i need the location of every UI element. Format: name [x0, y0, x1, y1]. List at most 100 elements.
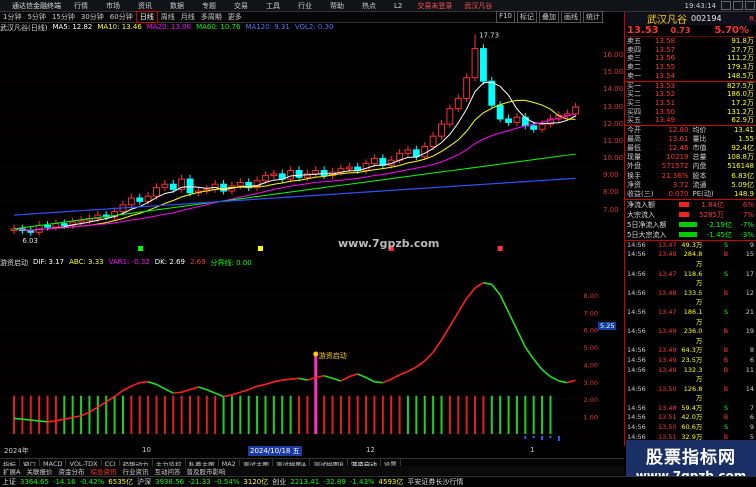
trend-line: [524, 346, 535, 360]
menu-item[interactable]: 市场: [97, 1, 129, 11]
info-tab[interactable]: 行业资讯: [119, 466, 151, 476]
menu-item[interactable]: 热点: [353, 1, 385, 11]
candle: [404, 149, 412, 154]
period-5min[interactable]: 5分钟: [24, 12, 48, 22]
vol-tick: [532, 436, 535, 438]
trend-line: [248, 385, 258, 391]
period-60min[interactable]: 60分钟: [107, 12, 136, 22]
info-tab[interactable]: 综合资讯: [87, 466, 119, 476]
maximize-button[interactable]: [733, 1, 743, 10]
info-tab[interactable]: 关联报价: [23, 466, 55, 476]
menu-item[interactable]: 交易: [225, 1, 257, 11]
period-30min[interactable]: 30分钟: [78, 12, 107, 22]
period-monthly[interactable]: 月线: [178, 12, 198, 22]
mark-button[interactable]: 标记: [517, 11, 537, 23]
period-1min[interactable]: 1分钟: [0, 12, 24, 22]
bid-cell: 13.49: [655, 116, 676, 125]
trend-line: [466, 287, 476, 299]
bid-row[interactable]: 买一 13.53 827.5万: [625, 82, 756, 91]
trend-line: [558, 380, 568, 384]
period-daily[interactable]: 日线: [135, 11, 158, 23]
bid-cell: 827.5万: [726, 81, 754, 90]
info-tab[interactable]: 扩展A: [0, 466, 23, 476]
tick-cell: 13.47: [657, 240, 677, 249]
flow-pct: 7%: [742, 210, 754, 219]
sh-index-name[interactable]: 上证: [0, 477, 18, 487]
flow-value: -2.19亿: [706, 220, 732, 229]
ask-row[interactable]: 卖三 13.56 111.2万: [625, 54, 756, 63]
cy-index-name[interactable]: 创业: [270, 477, 288, 487]
hs-index-name[interactable]: 沪深: [135, 477, 153, 487]
info-tab[interactable]: 互动问答: [151, 466, 183, 476]
bid-row[interactable]: 买五 13.49 62.9万: [625, 116, 756, 125]
tick-cell: 13.49: [657, 355, 677, 364]
trend-line: [114, 389, 124, 398]
tick-cell: 236.0万: [683, 327, 703, 345]
tick-cell: 59.4万: [681, 403, 703, 412]
ask-cell: 13.57: [655, 45, 676, 54]
trend-line: [231, 391, 241, 396]
stat-cell: 内盘: [692, 162, 707, 171]
candle: [454, 97, 462, 110]
candle: [52, 223, 60, 228]
price-change: 0.73: [670, 26, 691, 35]
date-cursor-label: 2024/10/18 五: [248, 446, 302, 456]
flow-row: 5日大宗流入 -1.45亿 -3%: [625, 230, 756, 240]
high-price-label: 17.73: [479, 32, 499, 39]
trend-line: [131, 381, 141, 387]
trend-line: [440, 325, 451, 341]
ask-cell: 179.3万: [726, 63, 754, 72]
minimize-button[interactable]: [721, 1, 731, 10]
tick-cell: 14:56: [627, 403, 646, 412]
tick-cell: 14:56: [627, 346, 646, 355]
menu-item[interactable]: 资讯: [129, 1, 161, 11]
info-tab[interactable]: 普及股市影响: [183, 466, 228, 476]
low-price-label: 6.03: [22, 237, 38, 245]
ask-cell: 111.2万: [726, 54, 754, 63]
period-multi[interactable]: 多周期: [198, 12, 225, 22]
bid-row[interactable]: 买二 13.52 186.0万: [625, 90, 756, 99]
trend-line: [449, 311, 459, 327]
hs-index-value: 3938.56: [155, 478, 185, 486]
menu-item[interactable]: 行业: [289, 1, 321, 11]
bid-cell: 13.52: [655, 90, 676, 99]
order-book-bids: 买一 13.53 827.5万 买二 13.52 186.0万 买三 13.51 17.2万 买四…: [625, 82, 756, 126]
ask-row[interactable]: 卖五 13.58 91.8万: [625, 37, 756, 46]
sub-indicator-chart[interactable]: 1.00 2.00 3.00 4.00 5.00 6.00 7.00 8.00 游资启动: [0, 266, 602, 446]
trend-line: [541, 369, 551, 378]
menu-item[interactable]: 帮助: [321, 1, 353, 11]
ask-row[interactable]: 卖一 13.54 148.5万: [625, 72, 756, 81]
period-weekly[interactable]: 周线: [158, 12, 178, 22]
stock-code: 002194: [691, 14, 722, 23]
draw-button[interactable]: 画线: [561, 11, 581, 23]
ask-row[interactable]: 卖二 13.55 179.3万: [625, 63, 756, 72]
f10-button[interactable]: F10: [496, 11, 515, 23]
stat-cell: 最低: [627, 144, 641, 153]
trade-login-status[interactable]: 交易未登录: [411, 1, 458, 11]
menu-item[interactable]: 工具: [257, 1, 289, 11]
date-axis: 2024年 10 2024/10/18 五 12 1: [0, 446, 604, 456]
stat-cell: 13.41: [733, 126, 754, 135]
candle: [320, 169, 328, 177]
stats-button[interactable]: 统计: [583, 11, 603, 23]
menu-item[interactable]: L2: [385, 2, 411, 10]
stat-cell: 92.4亿: [731, 144, 754, 153]
info-tab[interactable]: 资金分布: [55, 466, 87, 476]
bid-row[interactable]: 买四 13.50 131.2万: [625, 108, 756, 117]
period-15min[interactable]: 15分钟: [49, 12, 78, 22]
tick-cell: 14:56: [627, 307, 646, 316]
ask-row[interactable]: 卖四 13.57 27.7万: [625, 46, 756, 55]
close-button[interactable]: [745, 1, 755, 10]
period-more[interactable]: 更多: [225, 12, 245, 22]
vol-tick: [557, 436, 560, 441]
kline-chart[interactable]: 17.73 6.03: [0, 32, 602, 254]
overlay-button[interactable]: 叠加: [539, 11, 559, 23]
tick-cell: 14: [745, 384, 754, 393]
trend-line: [349, 373, 358, 378]
price-axis: 16.00 15.00 14.00 13.00 12.00 11.00 10.00 9.00 8…: [601, 23, 623, 245]
price-tick: 15.00: [603, 68, 624, 77]
menu-item[interactable]: 专题: [193, 1, 225, 11]
menu-item[interactable]: 数据: [161, 1, 193, 11]
menu-item[interactable]: 行情: [65, 1, 97, 11]
bid-row[interactable]: 买三 13.51 17.2万: [625, 99, 756, 108]
